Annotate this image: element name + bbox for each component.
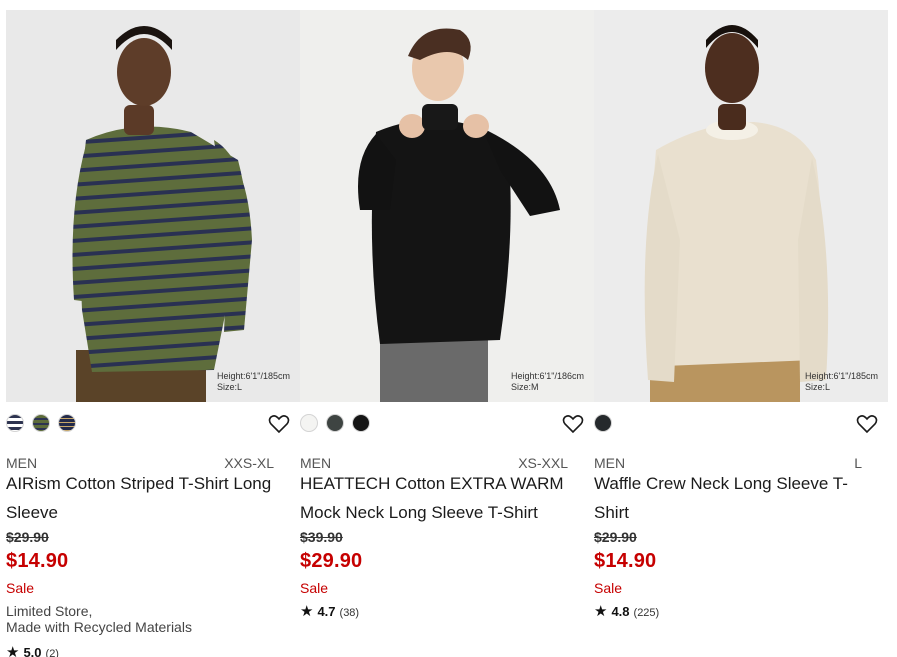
- sale-flag: Sale: [594, 580, 623, 596]
- product-image[interactable]: Height:6'1"/185cm Size:L: [6, 10, 300, 402]
- star-icon: ★: [6, 644, 20, 657]
- rating-score: 5.0: [23, 645, 42, 657]
- model-photo-striped-tee: [6, 10, 300, 402]
- product-title[interactable]: Waffle Crew Neck Long Sleeve T-Shirt: [594, 469, 870, 527]
- product-title[interactable]: HEATTECH Cotton EXTRA WARM Mock Neck Lon…: [300, 469, 576, 527]
- product-image[interactable]: Height:6'1"/185cm Size:L: [594, 10, 888, 402]
- white-swatch[interactable]: [300, 414, 318, 432]
- favorite-heart-icon[interactable]: [856, 414, 878, 434]
- charcoal-swatch[interactable]: [594, 414, 612, 432]
- model-size: Size:M: [511, 382, 539, 392]
- color-swatches: [300, 414, 370, 432]
- olive-stripe-swatch[interactable]: [32, 414, 50, 432]
- product-card[interactable]: Height:6'1"/185cm Size:L MEN L Waffle Cr…: [594, 10, 888, 620]
- limited-store-tag: Limited Store,: [6, 603, 93, 619]
- sale-price: $14.90: [6, 550, 69, 572]
- product-rating[interactable]: ★ 5.0 (2): [6, 643, 59, 657]
- model-size-note: Height:6'1"/186cm Size:M: [511, 371, 584, 393]
- model-size-note: Height:6'1"/185cm Size:L: [805, 371, 878, 393]
- dark-gray-swatch[interactable]: [326, 414, 344, 432]
- model-size: Size:L: [217, 382, 243, 392]
- model-height: Height:6'1"/186cm: [511, 371, 584, 381]
- rating-score: 4.8: [611, 604, 630, 619]
- original-price: $39.90: [300, 529, 343, 545]
- sale-flag: Sale: [6, 580, 35, 596]
- product-image[interactable]: Height:6'1"/186cm Size:M: [300, 10, 594, 402]
- product-tags: Limited Store, Made with Recycled Materi…: [6, 603, 192, 635]
- original-price: $29.90: [6, 529, 49, 545]
- model-height: Height:6'1"/185cm: [217, 371, 290, 381]
- sale-price: $29.90: [300, 550, 363, 572]
- review-count: (2): [45, 648, 59, 657]
- black-swatch[interactable]: [352, 414, 370, 432]
- color-swatches: [6, 414, 76, 432]
- original-price: $29.90: [594, 529, 637, 545]
- recycled-materials-tag: Made with Recycled Materials: [6, 619, 192, 635]
- star-icon: ★: [300, 603, 314, 620]
- model-size: Size:L: [805, 382, 831, 392]
- sale-price: $14.90: [594, 550, 657, 572]
- model-photo-mock-neck: [300, 10, 594, 402]
- navy-stripe-swatch[interactable]: [58, 414, 76, 432]
- rating-score: 4.7: [317, 604, 336, 619]
- review-count: (38): [339, 607, 360, 619]
- navy-white-stripe-swatch[interactable]: [6, 414, 24, 432]
- product-card[interactable]: Height:6'1"/186cm Size:M MEN XS-XXL HEAT…: [300, 10, 594, 620]
- star-icon: ★: [594, 603, 608, 620]
- product-grid: Height:6'1"/185cm Size:L MEN XXS-XL AIRi…: [6, 10, 888, 657]
- product-title[interactable]: AIRism Cotton Striped T-Shirt Long Sleev…: [6, 469, 282, 527]
- sale-flag: Sale: [300, 580, 329, 596]
- color-swatches: [594, 414, 612, 432]
- model-photo-waffle-crew: [594, 10, 888, 402]
- model-height: Height:6'1"/185cm: [805, 371, 878, 381]
- product-rating[interactable]: ★ 4.8 (225): [594, 602, 659, 620]
- model-size-note: Height:6'1"/185cm Size:L: [217, 371, 290, 393]
- product-card[interactable]: Height:6'1"/185cm Size:L MEN XXS-XL AIRi…: [6, 10, 300, 657]
- review-count: (225): [633, 607, 660, 619]
- product-rating[interactable]: ★ 4.7 (38): [300, 602, 359, 620]
- favorite-heart-icon[interactable]: [268, 414, 290, 434]
- favorite-heart-icon[interactable]: [562, 414, 584, 434]
